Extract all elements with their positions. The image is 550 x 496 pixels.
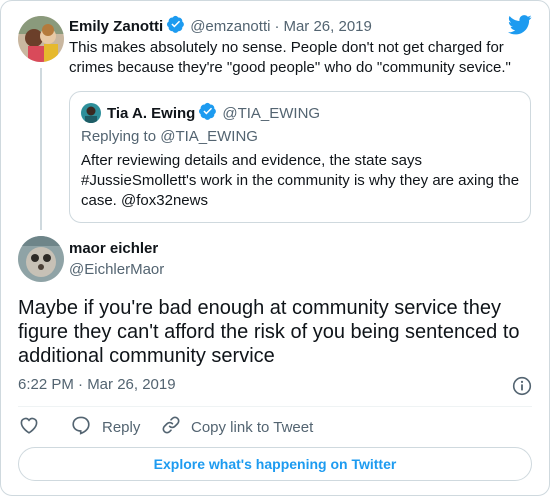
heart-icon	[18, 414, 40, 440]
twitter-logo-icon[interactable]	[508, 15, 532, 35]
like-button[interactable]	[18, 416, 40, 438]
quoted-tweet[interactable]: Tia A. Ewing @TIA_EWING Replying to @TIA…	[69, 91, 531, 223]
reply-button[interactable]: Reply	[70, 416, 140, 438]
reply-label: Reply	[102, 418, 141, 436]
main-tweet-text: Maybe if you're bad enough at community …	[18, 297, 520, 367]
explore-twitter-button[interactable]: Explore what's happening on Twitter	[18, 447, 532, 481]
parent-separator: ·	[274, 17, 280, 35]
avatar-emily-zanotti[interactable]	[18, 16, 64, 62]
copy-link-label: Copy link to Tweet	[191, 418, 314, 436]
quoted-author-name: Tia A. Ewing	[107, 104, 196, 122]
parent-handle[interactable]: @emzanotti	[190, 18, 270, 35]
link-icon	[160, 414, 182, 440]
parent-date[interactable]: Mar 26, 2019	[283, 18, 371, 35]
reply-icon	[70, 414, 92, 440]
verified-badge-icon	[199, 102, 217, 125]
quoted-tweet-text: After reviewing details and evidence, th…	[81, 152, 520, 209]
quoted-replying-to: Replying to @TIA_EWING	[81, 128, 258, 145]
parent-tweet-header: Emily Zanotti @emzanotti · Mar 26, 2019	[69, 15, 372, 37]
quoted-tweet-header: Tia A. Ewing @TIA_EWING	[107, 102, 320, 124]
copy-link-button[interactable]: Copy link to Tweet	[160, 416, 313, 438]
parent-author-name[interactable]: Emily Zanotti	[69, 18, 163, 35]
verified-badge-icon	[167, 15, 185, 38]
main-tweet-timestamp[interactable]: 6:22 PM · Mar 26, 2019	[18, 376, 176, 393]
info-icon[interactable]	[512, 376, 532, 396]
main-handle[interactable]: @EichlerMaor	[69, 261, 164, 278]
main-author-name[interactable]: maor eichler	[69, 240, 158, 257]
avatar-maor-eichler[interactable]	[18, 236, 64, 282]
quoted-handle: @TIA_EWING	[222, 104, 321, 122]
avatar-tia-ewing	[81, 103, 101, 123]
thread-connector-line	[40, 68, 42, 230]
explore-label: Explore what's happening on Twitter	[153, 456, 397, 472]
parent-tweet-text: This makes absolutely no sense. People d…	[69, 39, 511, 76]
divider	[18, 406, 532, 407]
